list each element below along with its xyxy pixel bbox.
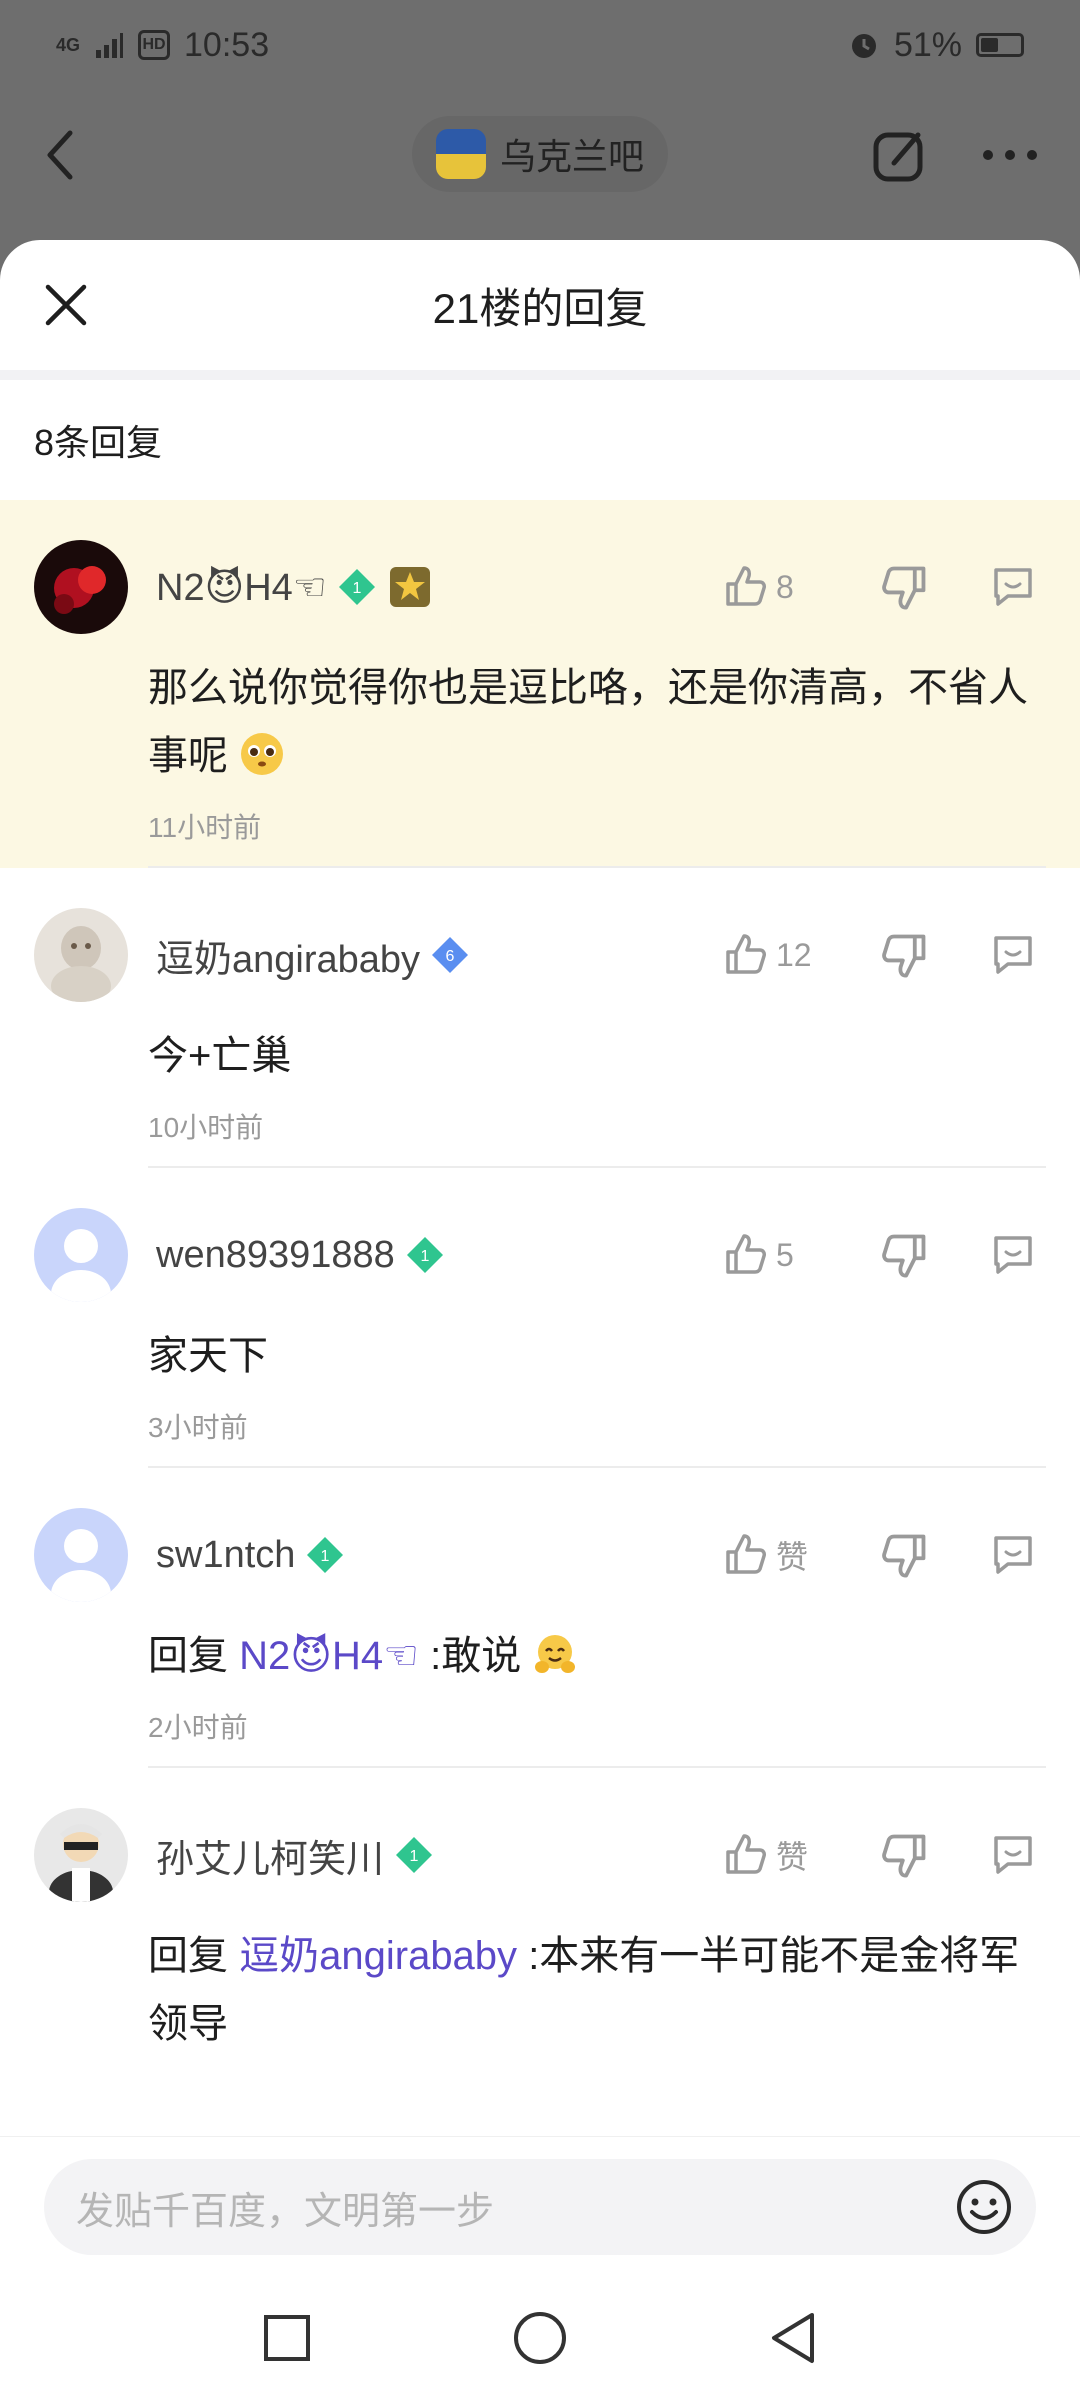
level-badge-icon: 1	[405, 1235, 445, 1275]
hugging-face-emoji-icon	[535, 1635, 576, 1673]
username[interactable]: 孙艾儿柯笑川	[156, 1828, 384, 1883]
avatar[interactable]	[34, 1208, 128, 1302]
reply-count: 8条回复	[34, 422, 163, 463]
status-bar: 4G HD 10:53 51%	[0, 0, 1080, 90]
thumbs-up-icon	[726, 934, 766, 974]
more-options-icon[interactable]	[980, 145, 1040, 165]
mention-link[interactable]: 逗奶angirababy	[239, 1934, 517, 1978]
svg-text:6: 6	[446, 948, 455, 965]
ukraine-flag-icon	[435, 129, 486, 179]
like-count: 5	[776, 1236, 794, 1273]
comment-time: 10小时前	[148, 1112, 264, 1143]
username[interactable]: 逗奶angirababy	[156, 928, 420, 983]
thumbs-down-icon[interactable]	[880, 1230, 930, 1280]
forum-name: 乌克兰吧	[499, 136, 645, 177]
comment-text: 回复 N2😈H4☜ :敢说	[0, 1622, 1080, 1690]
emoji-icon[interactable]	[954, 2177, 1014, 2237]
level-badge-icon: 1	[305, 1535, 345, 1575]
recent-apps-icon[interactable]	[262, 2313, 312, 2363]
username[interactable]: N2😈H4☜	[156, 565, 327, 610]
home-icon[interactable]	[512, 2310, 568, 2366]
avatar[interactable]	[34, 1508, 128, 1602]
comment-text: 回复 逗奶angirababy :本来有一半可能不是金将军领导	[148, 1934, 1020, 2046]
hd-icon: HD	[138, 30, 171, 60]
svg-text:1: 1	[410, 1848, 419, 1865]
like-button[interactable]: 8	[722, 564, 832, 610]
close-icon[interactable]	[36, 275, 96, 335]
thumbs-down-icon[interactable]	[880, 1530, 930, 1580]
avatar[interactable]	[34, 1808, 128, 1902]
comment-item[interactable]: N2😈H4☜ 1 8 那么说你觉得你也是逗比咯，还是你清高，不省人事呢 11小时…	[0, 500, 1080, 868]
level-badge-icon: 1	[337, 567, 377, 607]
alarm-icon	[851, 34, 876, 58]
divider	[0, 370, 1080, 380]
edit-post-icon[interactable]	[870, 125, 930, 185]
like-count: 8	[776, 568, 794, 605]
signal-bars-icon	[96, 33, 124, 58]
like-label: 赞	[776, 1539, 809, 1575]
comment-time: 3小时前	[148, 1412, 248, 1443]
level-badge-icon: 1	[394, 1835, 434, 1875]
battery-percent: 51%	[893, 25, 962, 64]
battery-icon	[976, 33, 1024, 57]
thumbs-up-icon	[726, 566, 766, 606]
comment-item[interactable]: 逗奶angirababy 6 12 今+亡巢 10小时前	[0, 868, 1080, 1168]
svg-text:1: 1	[321, 1548, 330, 1565]
clock-time: 10:53	[184, 25, 270, 64]
thumbs-down-icon[interactable]	[880, 930, 930, 980]
thumbs-up-icon	[726, 1834, 766, 1874]
comment-input[interactable]: 发贴千百度，文明第一步	[44, 2159, 1036, 2255]
comment-text: 家天下	[148, 1334, 268, 1378]
thumbs-up-icon	[726, 1534, 766, 1574]
reply-icon[interactable]	[988, 1530, 1038, 1580]
back-nav-icon[interactable]	[768, 2311, 818, 2365]
comment-input-bar: 发贴千百度，文明第一步	[0, 2136, 1080, 2276]
pleading-face-emoji-icon	[241, 733, 284, 775]
system-nav-bar	[0, 2276, 1080, 2400]
avatar[interactable]	[34, 908, 128, 1002]
reply-icon[interactable]	[988, 930, 1038, 980]
svg-text:1: 1	[420, 1248, 429, 1265]
thumbs-down-icon[interactable]	[880, 1830, 930, 1880]
thumbs-up-icon	[726, 1234, 766, 1274]
like-button[interactable]: 5	[722, 1232, 832, 1278]
mention-link[interactable]: N2😈H4☜	[239, 1634, 419, 1678]
reply-icon[interactable]	[988, 1230, 1038, 1280]
cellular-signal-icon: 4G	[56, 35, 81, 55]
sheet-title: 21楼的回复	[432, 284, 648, 332]
like-button[interactable]: 12	[722, 932, 832, 978]
username[interactable]: sw1ntch	[156, 1534, 295, 1577]
background-nav-bar: 乌克兰吧	[0, 100, 1080, 210]
reply-icon[interactable]	[988, 1830, 1038, 1880]
star-medal-icon	[387, 564, 433, 610]
comment-item[interactable]: wen89391888 1 5 家天下 3小时前	[0, 1168, 1080, 1468]
like-button[interactable]: 赞	[722, 1832, 832, 1878]
sheet-header: 21楼的回复	[0, 240, 1080, 370]
comment-time: 11小时前	[148, 812, 262, 843]
like-label: 赞	[776, 1839, 809, 1875]
username[interactable]: wen89391888	[156, 1234, 395, 1277]
comment-time: 2小时前	[148, 1712, 248, 1743]
back-icon[interactable]	[40, 125, 100, 185]
reply-icon[interactable]	[988, 562, 1038, 612]
like-button[interactable]: 赞	[722, 1532, 832, 1578]
comment-item[interactable]: sw1ntch 1 赞 回复 N2😈H4☜ :敢说 2小时前	[0, 1468, 1080, 1768]
avatar[interactable]	[34, 540, 128, 634]
thumbs-down-icon[interactable]	[880, 562, 930, 612]
input-placeholder: 发贴千百度，文明第一步	[76, 2190, 495, 2233]
comment-text: 那么说你觉得你也是逗比咯，还是你清高，不省人事呢	[148, 666, 1028, 778]
svg-text:1: 1	[352, 580, 361, 597]
like-count: 12	[776, 936, 812, 973]
comment-item[interactable]: 孙艾儿柯笑川 1 赞 回复 逗奶angirababy :本来有一半可能不是金将军…	[0, 1768, 1080, 2058]
forum-chip[interactable]: 乌克兰吧	[411, 116, 669, 192]
comment-text: 今+亡巢	[148, 1034, 292, 1078]
reply-sheet: 21楼的回复 8条回复 N2😈H4☜ 1 8 那么说你觉得你也是逗比咯，还是你清…	[0, 240, 1080, 2400]
level-badge-icon: 6	[430, 935, 470, 975]
